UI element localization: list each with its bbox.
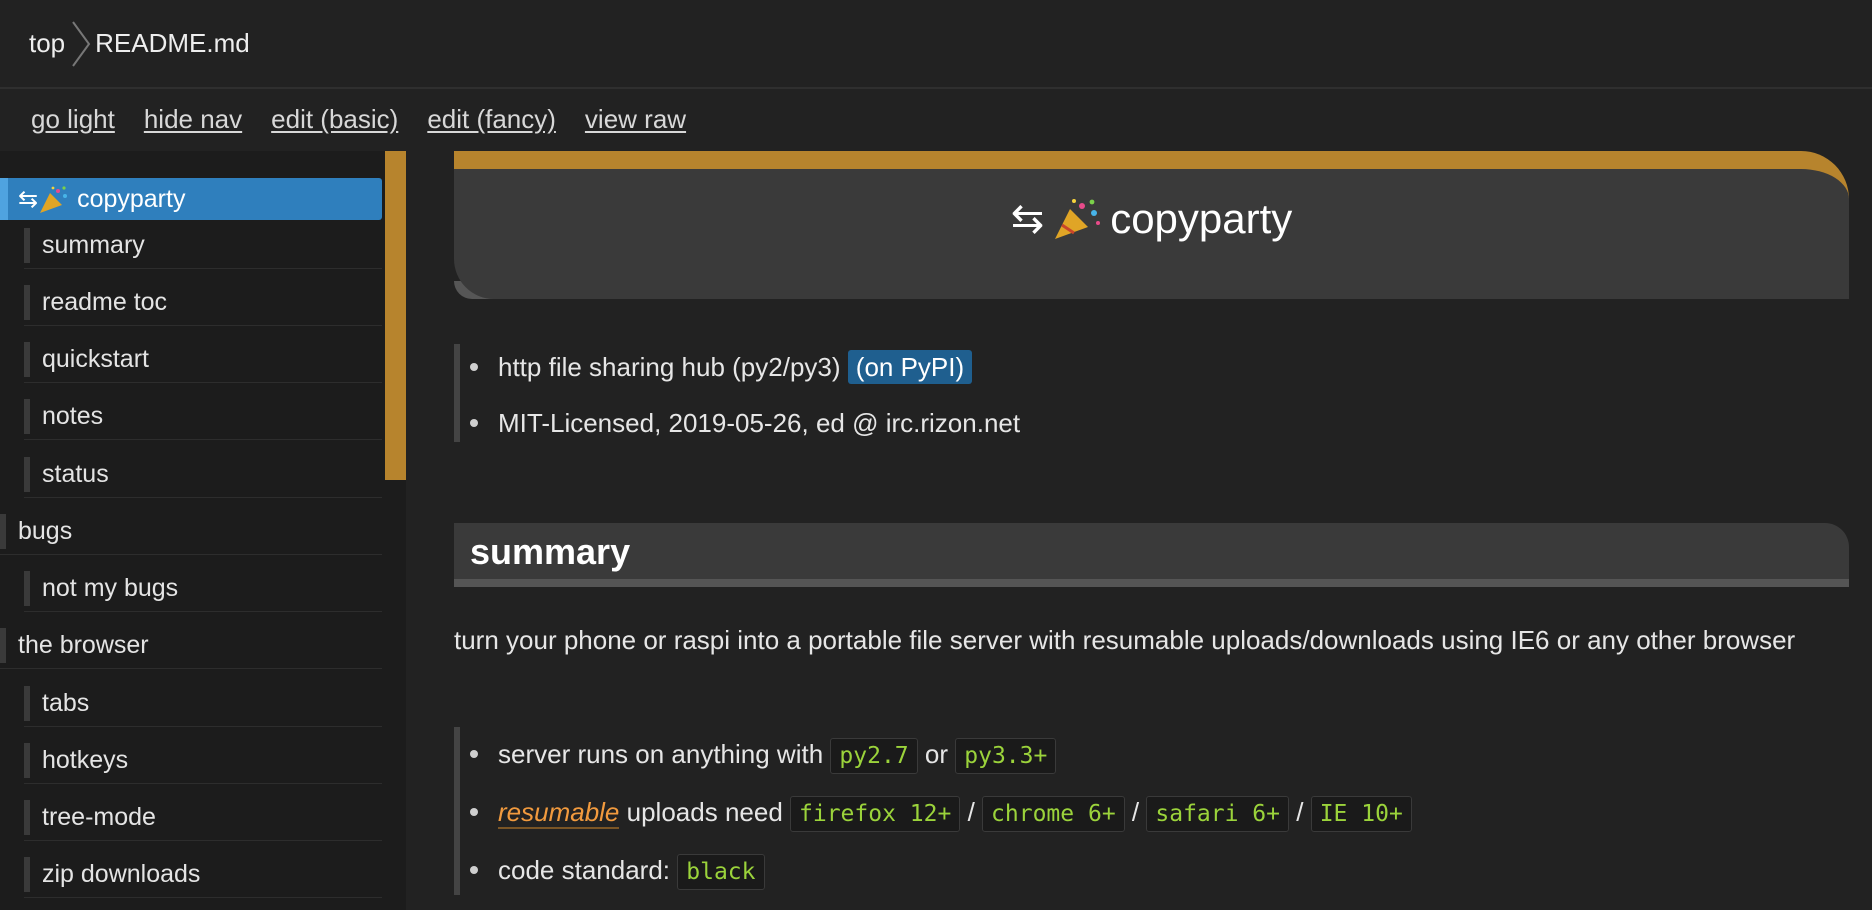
list-item: code standard: black [470,845,1412,895]
indent-bar [24,800,30,835]
sidebar-item-copyparty[interactable]: ⇆ copyparty [0,178,382,220]
indent-bar [24,342,30,377]
sidebar-item-tabs[interactable]: tabs [24,681,382,727]
go-light-link[interactable]: go light [31,104,115,140]
inline-code: chrome 6+ [982,796,1125,832]
sidebar-item-bugs[interactable]: bugs [0,509,382,555]
readme-content: ⇆ copyparty http file sharing hub (py2/p… [454,151,1849,910]
breadcrumb-current[interactable]: README.md [95,28,250,59]
sidebar-item-summary[interactable]: summary [24,223,382,269]
sidebar-item-label: tabs [42,689,90,717]
sidebar-item-not-my-bugs[interactable]: not my bugs [24,566,382,612]
indent-bar [24,571,30,606]
toolbar: go light hide nav edit (basic) edit (fan… [31,104,686,140]
indent-bar [24,686,30,721]
list-item: resumable uploads need firefox 12+ / chr… [470,787,1412,837]
indent-bar [24,743,30,778]
summary-paragraph: turn your phone or raspi into a portable… [454,625,1796,655]
resumable-link[interactable]: resumable [498,797,620,829]
sidebar-scrollbar-thumb[interactable] [385,151,406,480]
breadcrumb-top-link[interactable]: top [29,28,65,59]
sidebar-item-label: quickstart [42,345,149,373]
inline-code: black [677,854,765,890]
sidebar-item-label: hotkeys [42,746,129,774]
indent-bar [0,178,8,220]
sidebar-item-label: bugs [18,517,73,545]
sidebar-item-label: summary [42,231,145,259]
hide-nav-link[interactable]: hide nav [144,104,242,140]
arrows-icon: ⇆ [1010,197,1045,241]
inline-code: IE 10+ [1310,796,1412,832]
sidebar-item-label: status [42,460,109,488]
heading-underline [454,579,1849,587]
indent-bar [0,514,6,549]
sidebar-item-zip-downloads[interactable]: zip downloads [24,852,382,898]
sidebar-item-hotkeys[interactable]: hotkeys [24,738,382,784]
sidebar-item-label: not my bugs [42,574,179,602]
sidebar-item-label: readme toc [42,288,168,316]
sidebar-item-the-browser[interactable]: the browser [0,623,382,669]
arrows-icon: ⇆ [18,186,39,213]
party-popper-icon [40,186,68,214]
sidebar-item-status[interactable]: status [24,452,382,498]
breadcrumb: top README.md [0,0,1872,89]
view-raw-link[interactable]: view raw [585,104,686,140]
sidebar-item-quickstart[interactable]: quickstart [24,337,382,383]
breadcrumb-separator-icon [72,20,91,67]
indent-bar [0,628,6,663]
party-popper-icon [1055,199,1101,239]
list-item: server runs on anything with py2.7 or py… [470,729,1412,779]
feature-list: server runs on anything with py2.7 or py… [454,727,1412,895]
summary-heading-text: summary [470,531,631,572]
indent-bar [24,457,30,492]
edit-fancy-link[interactable]: edit (fancy) [427,104,556,140]
sidebar-item-label: the browser [18,631,149,659]
inline-code: py3.3+ [955,738,1057,774]
sidebar-item-label: notes [42,402,104,430]
sidebar-item-readme-toc[interactable]: readme toc [24,280,382,326]
indent-bar [24,228,30,263]
sidebar-toc: ⇆ copyparty summary readme toc quickstar… [0,151,406,910]
list-item: MIT-Licensed, 2019-05-26, ed @ irc.rizon… [469,403,1020,443]
inline-code: firefox 12+ [790,796,961,832]
indent-bar [24,285,30,320]
page-title: ⇆ copyparty [454,195,1849,243]
indent-bar [24,399,30,434]
inline-code: safari 6+ [1146,796,1289,832]
sidebar-item-notes[interactable]: notes [24,394,382,440]
sidebar-item-label: tree-mode [42,803,156,831]
sidebar-item-tree-mode[interactable]: tree-mode [24,795,382,841]
indent-bar [24,857,30,892]
summary-heading: summary [454,523,1849,587]
edit-basic-link[interactable]: edit (basic) [271,104,398,140]
pypi-badge[interactable]: (on PyPI) [847,350,973,384]
sidebar-item-label: zip downloads [42,860,201,888]
intro-list: http file sharing hub (py2/py3) (on PyPI… [454,344,1020,442]
page-title-text: copyparty [1110,195,1293,242]
sidebar-scrollbar-track[interactable] [385,480,406,910]
list-item: http file sharing hub (py2/py3) (on PyPI… [469,347,1020,387]
inline-code: py2.7 [830,738,918,774]
sidebar-item-label: ⇆ copyparty [18,178,185,221]
